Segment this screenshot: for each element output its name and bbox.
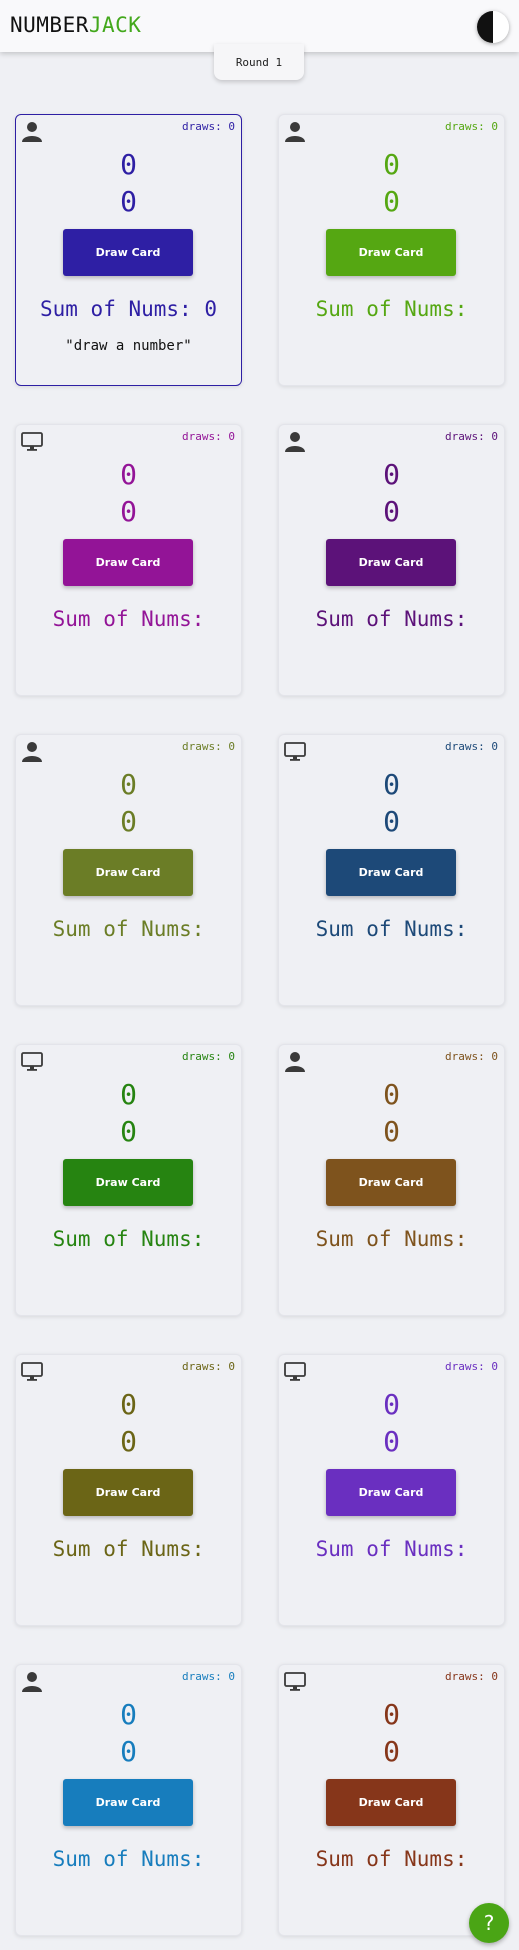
card-value-1: 0 (120, 1078, 137, 1111)
sum-of-nums-label: Sum of Nums: (52, 1537, 205, 1561)
player-card: draws: 0 0 0 Draw Card Sum of Nums: (278, 1044, 505, 1316)
draws-counter: draws: 0 (182, 740, 235, 753)
card-value-2: 0 (120, 495, 137, 528)
draw-card-button[interactable]: Draw Card (326, 539, 456, 586)
monitor-icon (283, 1359, 307, 1383)
player-card: draws: 0 0 0 Draw Card Sum of Nums: (15, 1354, 242, 1626)
draw-card-button[interactable]: Draw Card (63, 1159, 193, 1206)
draw-card-button[interactable]: Draw Card (63, 229, 193, 276)
card-value-1: 0 (120, 1388, 137, 1421)
draw-card-button[interactable]: Draw Card (326, 229, 456, 276)
draws-counter: draws: 0 (445, 1670, 498, 1683)
player-card: draws: 0 0 0 Draw Card Sum of Nums: (278, 734, 505, 1006)
draws-counter: draws: 0 (182, 1050, 235, 1063)
draw-card-button[interactable]: Draw Card (63, 849, 193, 896)
card-value-1: 0 (383, 1698, 400, 1731)
card-value-1: 0 (120, 458, 137, 491)
card-value-2: 0 (383, 495, 400, 528)
card-value-2: 0 (383, 1425, 400, 1458)
sum-of-nums-label: Sum of Nums: (52, 607, 205, 631)
sum-of-nums-label: Sum of Nums: (315, 297, 468, 321)
card-value-1: 0 (383, 458, 400, 491)
card-value-2: 0 (120, 185, 137, 218)
player-card: draws: 0 0 0 Draw Card Sum of Nums: (15, 1044, 242, 1316)
theme-toggle-button[interactable] (477, 11, 509, 43)
draws-counter: draws: 0 (445, 740, 498, 753)
card-value-1: 0 (383, 148, 400, 181)
draw-card-button[interactable]: Draw Card (63, 1469, 193, 1516)
monitor-icon (20, 1049, 44, 1073)
card-value-1: 0 (120, 148, 137, 181)
help-button[interactable]: ? (469, 1903, 509, 1943)
player-card: draws: 0 0 0 Draw Card Sum of Nums: (15, 1664, 242, 1936)
draws-counter: draws: 0 (445, 1360, 498, 1373)
draws-counter: draws: 0 (445, 1050, 498, 1063)
card-value-1: 0 (120, 1698, 137, 1731)
player-card: draws: 0 0 0 Draw Card Sum of Nums: (278, 114, 505, 386)
card-value-2: 0 (120, 1735, 137, 1768)
sum-of-nums-label: Sum of Nums: (315, 1537, 468, 1561)
draws-counter: draws: 0 (182, 1360, 235, 1373)
monitor-icon (283, 739, 307, 763)
draws-counter: draws: 0 (182, 120, 235, 133)
draw-card-button[interactable]: Draw Card (326, 1469, 456, 1516)
round-indicator: Round 1 (214, 44, 304, 80)
hint-text: "draw a number" (65, 338, 192, 354)
player-card: draws: 0 0 0 Draw Card Sum of Nums: (15, 734, 242, 1006)
monitor-icon (20, 1359, 44, 1383)
card-value-2: 0 (383, 185, 400, 218)
draw-card-button[interactable]: Draw Card (326, 849, 456, 896)
logo-jack-text: JACK (88, 13, 142, 37)
sum-of-nums-label: Sum of Nums: (52, 917, 205, 941)
card-value-2: 0 (383, 1115, 400, 1148)
sum-of-nums-label: Sum of Nums: 0 (39, 297, 217, 321)
sum-of-nums-label: Sum of Nums: (315, 607, 468, 631)
player-card: draws: 0 0 0 Draw Card Sum of Nums: (278, 1664, 505, 1936)
logo-number-text: NUMBER (10, 13, 89, 37)
player-card: draws: 0 0 0 Draw Card Sum of Nums: (15, 424, 242, 696)
app-logo: NUMBERJACK (10, 13, 141, 37)
draw-card-button[interactable]: Draw Card (326, 1779, 456, 1826)
card-value-2: 0 (120, 805, 137, 838)
person-icon (20, 739, 44, 763)
player-card: draws: 0 0 0 Draw Card Sum of Nums: 0 "draw a… (15, 114, 242, 386)
draw-card-button[interactable]: Draw Card (326, 1159, 456, 1206)
person-icon (283, 1049, 307, 1073)
sum-of-nums-label: Sum of Nums: (315, 1847, 468, 1871)
player-card: draws: 0 0 0 Draw Card Sum of Nums: (278, 424, 505, 696)
card-value-1: 0 (383, 1388, 400, 1421)
card-value-1: 0 (383, 768, 400, 801)
person-icon (20, 1669, 44, 1693)
draw-card-button[interactable]: Draw Card (63, 1779, 193, 1826)
person-icon (283, 429, 307, 453)
draws-counter: draws: 0 (445, 120, 498, 133)
card-value-2: 0 (383, 805, 400, 838)
sum-of-nums-label: Sum of Nums: (52, 1227, 205, 1251)
sum-of-nums-label: Sum of Nums: (52, 1847, 205, 1871)
card-value-1: 0 (383, 1078, 400, 1111)
card-value-2: 0 (383, 1735, 400, 1768)
monitor-icon (283, 1669, 307, 1693)
draws-counter: draws: 0 (445, 430, 498, 443)
sum-of-nums-label: Sum of Nums: (315, 917, 468, 941)
player-card: draws: 0 0 0 Draw Card Sum of Nums: (278, 1354, 505, 1626)
draws-counter: draws: 0 (182, 1670, 235, 1683)
card-value-1: 0 (120, 768, 137, 801)
sum-of-nums-label: Sum of Nums: (315, 1227, 468, 1251)
card-value-2: 0 (120, 1115, 137, 1148)
person-icon (283, 119, 307, 143)
monitor-icon (20, 429, 44, 453)
person-icon (20, 119, 44, 143)
draws-counter: draws: 0 (182, 430, 235, 443)
draw-card-button[interactable]: Draw Card (63, 539, 193, 586)
card-value-2: 0 (120, 1425, 137, 1458)
